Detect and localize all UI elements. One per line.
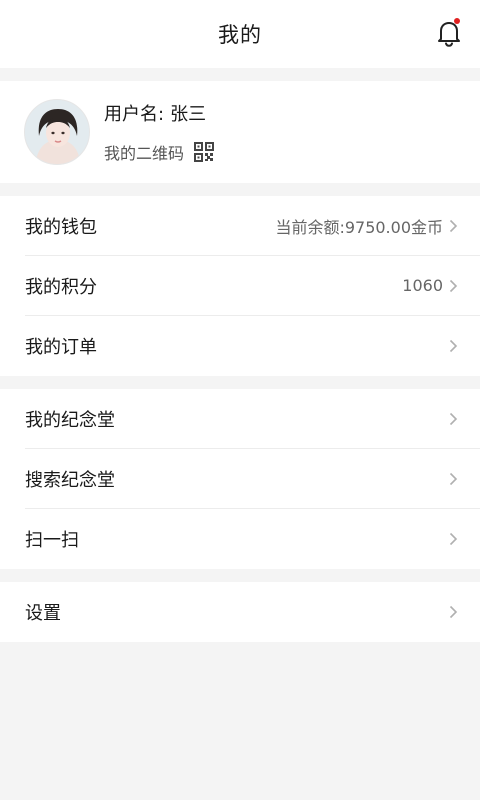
my-memorial-label: 我的纪念堂 [25,409,115,431]
chevron-right-icon [449,339,458,353]
username-label: 用户名: [104,104,165,125]
account-section: 我的钱包 当前余额:9750.00金币 我的积分 1060 我的订单 [0,196,480,376]
menu-item-wallet[interactable]: 我的钱包 当前余额:9750.00金币 [25,196,480,256]
scan-label: 扫一扫 [25,530,79,551]
chevron-right-icon [449,219,458,233]
notification-button[interactable] [434,18,464,48]
notification-dot [454,18,460,24]
username-value: 张三 [170,104,207,125]
profile-card[interactable]: 用户名: 张三 我的二维码 [0,81,480,183]
qr-code-label: 我的二维码 [104,144,185,163]
chevron-right-icon [449,472,458,486]
avatar-image [25,100,89,164]
menu-item-my-memorial[interactable]: 我的纪念堂 [25,389,480,449]
menu-item-scan[interactable]: 扫一扫 [25,509,480,569]
settings-section: 设置 [0,582,480,642]
memorial-section: 我的纪念堂 搜索纪念堂 扫一扫 [0,389,480,569]
menu-item-settings[interactable]: 设置 [25,582,480,642]
chevron-right-icon [449,279,458,293]
search-memorial-label: 搜索纪念堂 [25,469,115,491]
qr-code-icon[interactable] [194,142,215,162]
points-label: 我的积分 [25,276,97,298]
menu-item-orders[interactable]: 我的订单 [25,316,480,376]
settings-label: 设置 [25,603,61,624]
points-value: 1060 [402,276,443,295]
section-gap [0,68,480,81]
menu-item-points[interactable]: 我的积分 1060 [25,256,480,316]
wallet-label: 我的钱包 [25,216,97,238]
my-qr-code-link[interactable]: 我的二维码 [104,140,215,164]
page-title: 我的 [218,23,262,47]
chevron-right-icon [449,605,458,619]
section-gap [0,569,480,582]
section-gap [0,183,480,196]
avatar[interactable] [24,99,90,165]
top-bar: 我的 [0,0,480,68]
wallet-balance: 当前余额:9750.00金币 [275,217,443,237]
section-gap [0,376,480,389]
chevron-right-icon [449,412,458,426]
orders-label: 我的订单 [25,337,97,358]
menu-item-search-memorial[interactable]: 搜索纪念堂 [25,449,480,509]
chevron-right-icon [449,532,458,546]
